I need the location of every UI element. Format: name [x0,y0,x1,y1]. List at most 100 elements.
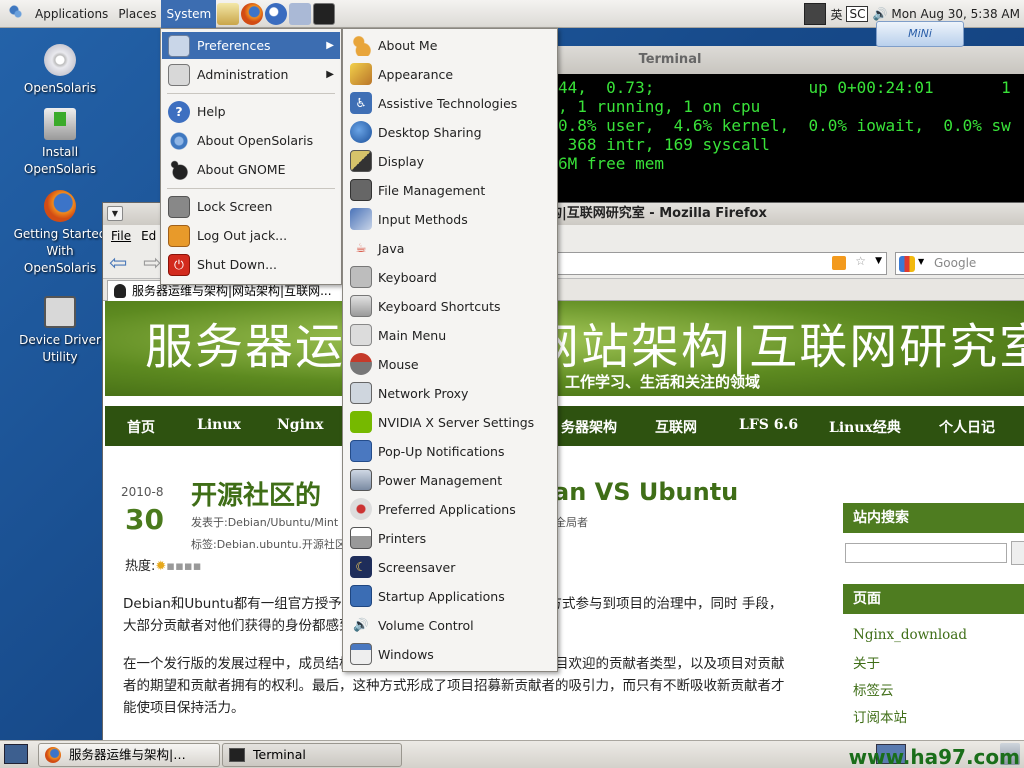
prefs-item-about-me[interactable]: About Me [344,31,556,60]
firefox-launcher-icon[interactable] [241,2,264,25]
tux-favicon-icon [114,284,126,298]
url-dropdown-icon[interactable]: ▼ [875,256,882,266]
system-menu-item-preferences[interactable]: Preferences ▶ [162,32,340,59]
menu-file[interactable]: File [111,229,131,243]
site-nav-item[interactable]: 务器架构 [561,417,617,437]
prefs-item-file-management[interactable]: File Management [344,176,556,205]
system-menu-item-shut-down[interactable]: ⏻ Shut Down... [162,251,340,278]
clock[interactable]: Mon Aug 30, 5:38 AM [891,7,1020,21]
prefs-item-screensaver[interactable]: ☾ Screensaver [344,553,556,582]
desktop-icon-opensolaris[interactable]: OpenSolaris [10,44,110,97]
prefs-item-nvidia-settings[interactable]: NVIDIA X Server Settings [344,408,556,437]
sidebar-search-input[interactable] [845,543,1007,563]
prefs-item-keyboard-shortcuts[interactable]: Keyboard Shortcuts [344,292,556,321]
site-nav-item[interactable]: 首页 [127,417,155,437]
post-meta-author[interactable]: 全局者 [555,514,588,530]
system-menu-item-about-opensolaris[interactable]: About OpenSolaris [162,127,340,154]
mini-toolbar[interactable]: MiNi [876,21,964,47]
system-menu-item-administration[interactable]: Administration ▶ [162,61,340,88]
search-bar[interactable]: ▼ Google [895,252,1024,275]
prefs-item-preferred-applications[interactable]: Preferred Applications [344,495,556,524]
system-menu-item-label: Shut Down... [197,257,277,272]
site-nav-item[interactable]: Nginx [277,417,323,433]
bookmark-star-icon[interactable]: ☆ [855,254,866,268]
preferences-icon [168,35,190,57]
site-nav-item[interactable]: LFS 6.6 [739,417,798,433]
sidebar-link[interactable]: 关于 [853,652,880,672]
prefs-item-appearance[interactable]: Appearance [344,60,556,89]
prefs-item-power-management[interactable]: Power Management [344,466,556,495]
post-title[interactable]: 开源社区的 [191,475,321,512]
prefs-item-network-proxy[interactable]: Network Proxy [344,379,556,408]
site-nav-item[interactable]: Linux经典 [829,417,901,437]
back-arrow-icon[interactable]: ⇦ [109,251,127,276]
site-nav-item[interactable]: 互联网 [655,417,697,437]
update-manager-icon[interactable] [289,2,312,25]
post-meta-tags[interactable]: 标签:Debian.ubuntu.开源社区 [191,536,346,552]
prefs-item-popup-notifications[interactable]: Pop-Up Notifications [344,437,556,466]
window-menu-button[interactable]: ▼ [107,206,123,221]
sidebar-search-button[interactable] [1011,541,1024,565]
desktop-icon-getting-started[interactable]: Getting Started With OpenSolaris [10,190,110,277]
taskbar-item-firefox[interactable]: 服务器运维与架构|… [38,743,220,767]
rss-icon[interactable] [832,256,846,270]
terminal-launcher-icon[interactable] [313,2,336,25]
post-meta-posted[interactable]: 发表于:Debian/Ubuntu/Mint [191,514,338,530]
url-bar[interactable]: ☆ ▼ [553,252,887,275]
menu-edit[interactable]: Ed [141,229,156,243]
sidebar-link[interactable]: 标签云 [853,679,894,699]
sidebar-link[interactable]: Nginx_download [853,627,967,643]
prefs-item-main-menu[interactable]: Main Menu [344,321,556,350]
ime-status[interactable]: 英 [830,6,842,23]
home-folder-icon[interactable] [217,2,240,25]
thunderbird-launcher-icon[interactable] [265,2,288,25]
search-engine-dropdown-icon[interactable]: ▼ [918,257,924,266]
taskbar-item-terminal[interactable]: Terminal [222,743,402,767]
prefs-item-keyboard[interactable]: Keyboard [344,263,556,292]
submenu-arrow-icon: ▶ [326,69,334,80]
show-desktop-icon[interactable] [4,744,28,764]
system-menu-item-log-out[interactable]: Log Out jack... [162,222,340,249]
site-nav-item[interactable]: 个人日记 [939,417,995,437]
sc-indicator[interactable]: SC [846,6,869,22]
desktop-icon-device-driver[interactable]: Device Driver Utility [10,296,110,366]
terminal-line: 0.8% user, 4.6% kernel, 0.0% iowait, 0.0… [558,116,1011,135]
terminal-line: 44, 0.73; up 0+00:24:01 1 [558,78,1011,97]
site-nav-item[interactable]: Linux [197,417,241,433]
prefs-item-display[interactable]: Display [344,147,556,176]
menu-system[interactable]: System [161,0,217,28]
prefs-item-label: NVIDIA X Server Settings [378,415,535,430]
prefs-item-desktop-sharing[interactable]: Desktop Sharing [344,118,556,147]
search-input[interactable]: Google [934,256,976,270]
forward-arrow-icon[interactable]: ⇨ [143,251,161,276]
menu-places[interactable]: Places [113,0,161,28]
desktop-icon-install-opensolaris[interactable]: Install OpenSolaris [10,108,110,178]
prefs-item-assistive-technologies[interactable]: ♿ Assistive Technologies [344,89,556,118]
post-title-right[interactable]: an VS Ubuntu [553,478,738,506]
prefs-item-volume-control[interactable]: 🔊 Volume Control [344,611,556,640]
prefs-item-input-methods[interactable]: Input Methods [344,205,556,234]
system-menu-item-about-gnome[interactable]: About GNOME [162,156,340,183]
firefox-task-icon [45,747,61,763]
prefs-item-windows[interactable]: Windows [344,640,556,669]
startup-apps-icon [350,585,372,607]
sidebar-link[interactable]: 订阅本站 [853,706,907,726]
keyboard-icon [350,266,372,288]
menu-applications[interactable]: Applications [30,0,113,28]
prefs-item-printers[interactable]: Printers [344,524,556,553]
desktop-icon-label: Device Driver Utility [19,333,101,364]
system-menu-item-lock-screen[interactable]: Lock Screen [162,193,340,220]
network-monitor-icon[interactable] [804,3,827,25]
google-icon[interactable] [899,256,915,272]
display-icon [350,150,372,172]
firefox-icon [44,190,76,222]
prefs-item-startup-applications[interactable]: Startup Applications [344,582,556,611]
volume-icon[interactable]: 🔊 [872,7,887,21]
prefs-item-java[interactable]: ☕ Java [344,234,556,263]
system-menu-item-help[interactable]: ? Help [162,98,340,125]
prefs-item-label: Main Menu [378,328,447,343]
prefs-item-label: About Me [378,38,438,53]
prefs-item-mouse[interactable]: Mouse [344,350,556,379]
site-title[interactable]: 服务器运 网站架构|互联网研究室 [145,307,1024,377]
prefs-item-label: Keyboard [378,270,437,285]
